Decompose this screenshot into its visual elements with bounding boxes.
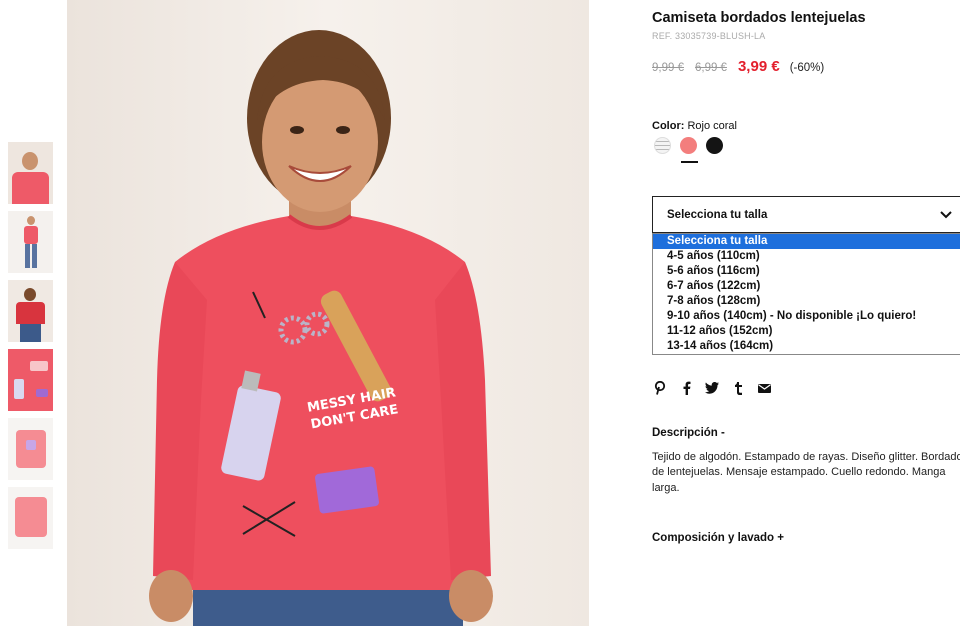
size-option[interactable]: 5-6 años (116cm) (653, 264, 960, 279)
thumbnail-4[interactable] (8, 349, 53, 411)
product-details: Camiseta bordados lentejuelas REF. 33035… (652, 0, 960, 626)
color-label: Color: (652, 120, 685, 132)
swatch-striped[interactable] (654, 137, 671, 154)
thumbnail-3[interactable] (8, 280, 53, 342)
price-block: 9,99 € 6,99 € 3,99 € (-60%) (652, 58, 824, 75)
share-icons (652, 380, 782, 396)
size-dropdown-list: Selecciona tu talla 4-5 años (110cm) 5-6… (652, 233, 960, 355)
size-option[interactable]: 7-8 años (128cm) (653, 294, 960, 309)
size-option[interactable]: 9-10 años (140cm) - No disponible ¡Lo qu… (653, 309, 960, 324)
composition-heading[interactable]: Composición y lavado + (652, 532, 784, 544)
color-swatches (654, 137, 732, 154)
twitter-icon[interactable] (704, 380, 720, 396)
product-main-image: MESSY HAIR DON'T CARE (67, 0, 589, 626)
selected-swatch-indicator (681, 161, 698, 163)
price-current: 3,99 € (737, 58, 780, 75)
thumbnail-1[interactable] (8, 142, 53, 204)
size-select[interactable]: Selecciona tu talla (652, 196, 960, 233)
price-discount: (-60%) (789, 62, 825, 74)
color-value: Rojo coral (687, 120, 737, 132)
size-option[interactable]: 11-12 años (152cm) (653, 324, 960, 339)
tumblr-icon[interactable] (730, 380, 746, 396)
product-ref: REF. 33035739-BLUSH-LA (652, 31, 766, 41)
size-option[interactable]: Selecciona tu talla (653, 234, 960, 249)
size-select-label: Selecciona tu talla (667, 209, 768, 221)
email-icon[interactable] (756, 380, 772, 396)
size-option[interactable]: 6-7 años (122cm) (653, 279, 960, 294)
product-title: Camiseta bordados lentejuelas (652, 10, 866, 26)
thumbnail-5[interactable] (8, 418, 53, 480)
size-option[interactable]: 13-14 años (164cm) (653, 339, 960, 354)
thumbnail-list (8, 142, 53, 556)
model-photo (67, 0, 589, 626)
swatch-coral[interactable] (680, 137, 697, 154)
thumbnail-2[interactable] (8, 211, 53, 273)
price-original: 9,99 € (652, 62, 684, 74)
description-heading[interactable]: Descripción - (652, 427, 725, 439)
description-text: Tejido de algodón. Estampado de rayas. D… (652, 451, 960, 494)
swatch-black[interactable] (706, 137, 723, 154)
size-option[interactable]: 4-5 años (110cm) (653, 249, 960, 264)
pinterest-icon[interactable] (652, 380, 668, 396)
chevron-down-icon (940, 211, 952, 219)
facebook-icon[interactable] (678, 380, 694, 396)
thumbnail-6[interactable] (8, 487, 53, 549)
color-label-row: Color: Rojo coral (652, 120, 737, 132)
price-previous: 6,99 € (694, 62, 727, 74)
